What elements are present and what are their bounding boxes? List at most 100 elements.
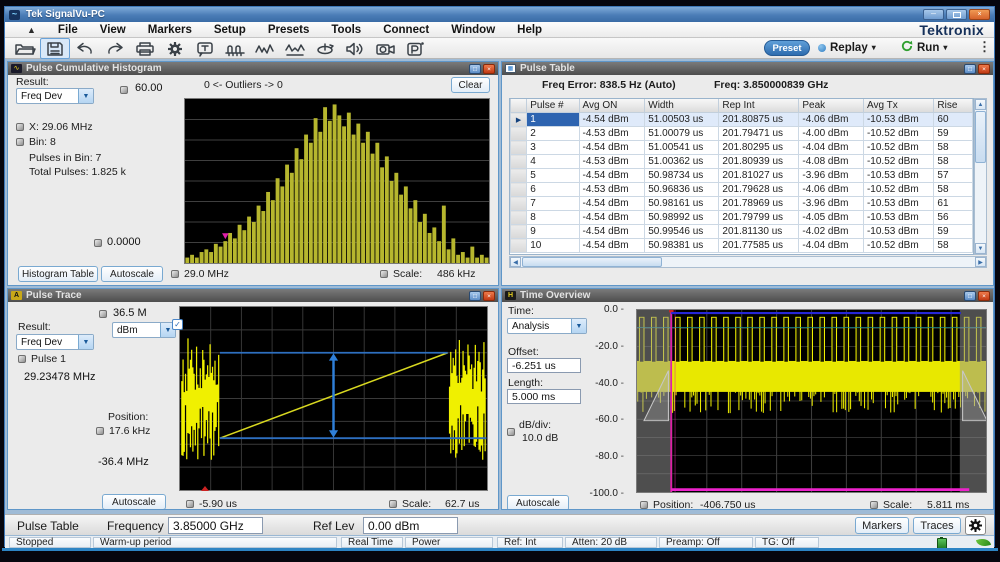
panel-restore-icon[interactable]: □ (469, 291, 481, 301)
undo-icon[interactable] (70, 38, 100, 59)
histogram-table-button[interactable]: Histogram Table (18, 266, 98, 282)
table-row[interactable]: 6-4.53 dBm50.96836 us201.79628 us-4.06 d… (511, 183, 973, 197)
selected-row-arrow-icon[interactable]: ▶ (511, 113, 527, 127)
panel-close-icon[interactable]: × (978, 291, 990, 301)
traces-button[interactable]: Traces (913, 517, 961, 534)
y-max-readout[interactable]: 60.00 (135, 82, 163, 94)
eject-icon[interactable]: ▲ (27, 25, 36, 35)
column-header-avg-tx[interactable]: Avg Tx (863, 99, 933, 113)
adjust-knob-icon[interactable] (640, 501, 648, 509)
row-selector-cell[interactable] (511, 211, 527, 225)
autoscale-button[interactable]: Autoscale (101, 266, 163, 282)
table-row[interactable]: ▶1-4.54 dBm51.00503 us201.80875 us-4.06 … (511, 113, 973, 127)
dbdiv-readout[interactable]: 10.0 dB (522, 432, 558, 444)
adjust-knob-icon[interactable] (380, 270, 388, 278)
close-button[interactable]: × (969, 9, 990, 20)
row-selector-cell[interactable] (511, 239, 527, 253)
adjust-knob-icon[interactable] (389, 500, 397, 508)
row-selector-cell[interactable] (511, 155, 527, 169)
adjust-knob-icon[interactable] (120, 86, 128, 94)
adjust-knob-icon[interactable] (507, 428, 515, 436)
markers-button[interactable]: Markers (855, 517, 909, 534)
vertical-scroll-thumb[interactable] (975, 111, 986, 163)
panel-restore-icon[interactable]: □ (964, 291, 976, 301)
y-min-readout[interactable]: 0.0000 (107, 236, 141, 248)
table-row[interactable]: 2-4.53 dBm51.00079 us201.79471 us-4.00 d… (511, 127, 973, 141)
row-selector-cell[interactable] (511, 183, 527, 197)
menu-item-help[interactable]: Help (517, 24, 542, 36)
panel-restore-icon[interactable]: □ (469, 64, 481, 74)
histogram-panel-header[interactable]: ∿ Pulse Cumulative Histogram □ × (8, 62, 498, 75)
horizontal-scroll-thumb[interactable] (522, 257, 662, 267)
text-tag-icon[interactable] (190, 38, 220, 59)
pulse-number-readout[interactable]: Pulse 1 (31, 353, 66, 365)
open-icon[interactable] (10, 38, 40, 59)
position-readout[interactable]: 17.6 kHz (109, 425, 150, 437)
panel-close-icon[interactable]: × (483, 64, 495, 74)
adjust-knob-icon[interactable] (99, 310, 107, 318)
adjust-knob-icon[interactable] (16, 123, 24, 131)
adjust-knob-icon[interactable] (96, 427, 104, 435)
x-start-readout[interactable]: -5.90 us (199, 498, 237, 510)
chevron-down-icon[interactable]: ▾ (872, 43, 876, 52)
row-selector-cell[interactable] (511, 169, 527, 183)
menu-item-view[interactable]: View (100, 24, 126, 36)
horizontal-scrollbar[interactable]: ◀ ▶ (509, 256, 987, 268)
column-header-rep-int[interactable]: Rep Int (719, 99, 799, 113)
menu-item-window[interactable]: Window (451, 24, 495, 36)
table-row[interactable]: 7-4.54 dBm50.98161 us201.78969 us-3.96 d… (511, 197, 973, 211)
preset-button[interactable]: Preset (764, 40, 810, 56)
speaker-icon[interactable] (340, 38, 370, 59)
scroll-up-icon[interactable]: ▲ (975, 99, 986, 110)
preset-p-icon[interactable] (400, 38, 430, 59)
frequency-input[interactable] (168, 517, 263, 534)
result-dropdown[interactable]: Freq Dev ▼ (16, 334, 94, 350)
more-options-icon[interactable]: ⋮ (978, 39, 991, 55)
panel-close-icon[interactable]: × (978, 64, 990, 74)
run-button[interactable]: Run ▾ (901, 40, 947, 55)
adjust-knob-icon[interactable] (870, 501, 878, 509)
pulse-trace-plot[interactable] (179, 306, 488, 491)
scale-readout[interactable]: 486 kHz (437, 268, 476, 280)
pulse-table-grid[interactable]: Pulse #Avg ONWidthRep IntPeakAvg TxRise▶… (509, 98, 974, 255)
settings-gear-button[interactable] (965, 516, 986, 535)
adjust-knob-icon[interactable] (94, 239, 102, 247)
row-selector-cell[interactable] (511, 141, 527, 155)
position-readout[interactable]: -406.750 us (700, 499, 755, 510)
unit-dropdown[interactable]: dBm ▼ (112, 322, 176, 338)
scroll-down-icon[interactable]: ▼ (975, 243, 986, 254)
menu-item-tools[interactable]: Tools (331, 24, 361, 36)
autoscale-button[interactable]: Autoscale (102, 494, 166, 510)
save-icon[interactable] (40, 38, 70, 59)
table-row[interactable]: 4-4.53 dBm51.00362 us201.80939 us-4.08 d… (511, 155, 973, 169)
table-row[interactable]: 3-4.54 dBm51.00541 us201.80295 us-4.04 d… (511, 141, 973, 155)
trigger-position-icon[interactable] (201, 486, 209, 491)
chevron-down-icon[interactable]: ▾ (943, 43, 947, 52)
minimize-button[interactable]: ─ (923, 9, 944, 20)
ref-level-input[interactable] (363, 517, 458, 534)
column-header-rise[interactable]: Rise (934, 99, 973, 113)
menu-item-markers[interactable]: Markers (148, 24, 192, 36)
table-row[interactable]: 5-4.54 dBm50.98734 us201.81027 us-3.96 d… (511, 169, 973, 183)
scale-readout[interactable]: 62.7 us (445, 498, 479, 510)
clear-button[interactable]: Clear (451, 77, 490, 93)
bin-readout[interactable]: Bin: 8 (29, 136, 56, 148)
length-input[interactable] (507, 389, 581, 404)
time-overview-panel-header[interactable]: H Time Overview □ × (502, 289, 993, 302)
y-top-readout[interactable]: 36.5 M (113, 307, 147, 319)
column-header-pulse-[interactable]: Pulse # (527, 99, 579, 113)
scale-readout[interactable]: 5.811 ms (927, 499, 969, 510)
time-overview-plot[interactable] (636, 309, 987, 493)
row-selector-cell[interactable] (511, 127, 527, 141)
row-selector-cell[interactable] (511, 225, 527, 239)
panel-close-icon[interactable]: × (483, 291, 495, 301)
offset-input[interactable] (507, 358, 581, 373)
scroll-left-icon[interactable]: ◀ (510, 257, 521, 267)
menu-item-presets[interactable]: Presets (268, 24, 310, 36)
menu-item-connect[interactable]: Connect (383, 24, 429, 36)
row-selector-cell[interactable] (511, 197, 527, 211)
autoscale-button[interactable]: Autoscale (507, 495, 569, 510)
vertical-scrollbar[interactable]: ▲ ▼ (974, 98, 987, 255)
time-dropdown[interactable]: Analysis ▼ (507, 318, 587, 334)
chevron-down-icon[interactable]: ▼ (78, 335, 93, 349)
